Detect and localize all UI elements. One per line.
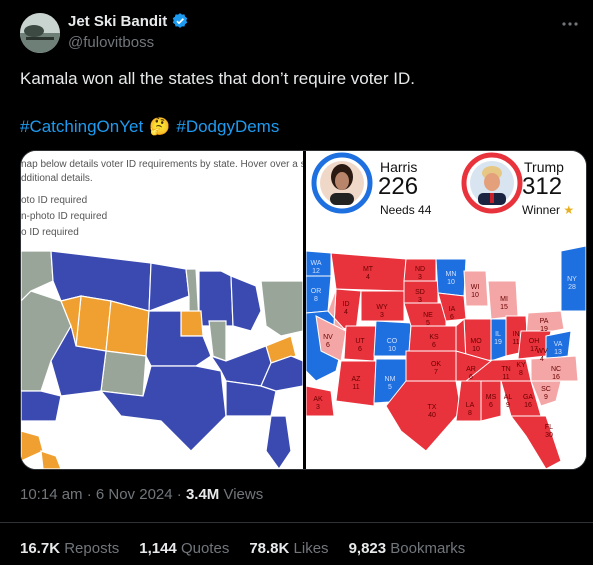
- more-options-icon[interactable]: [561, 14, 579, 32]
- star-icon: ★: [563, 203, 575, 217]
- quotes-label: Quotes: [180, 540, 230, 557]
- state-label-in: IN 11: [512, 331, 519, 346]
- state-label-mn: MN 10: [446, 271, 457, 286]
- reposts-stat[interactable]: 16.7K Reposts: [20, 540, 119, 557]
- state-label-ny: NY 28: [567, 276, 577, 291]
- author-handle[interactable]: @fulovitboss: [68, 34, 154, 51]
- bookmarks-stat[interactable]: 9,823 Bookmarks: [349, 540, 466, 557]
- engagement-stats: 16.7K Reposts 1,144 Quotes 78.8K Likes 9…: [20, 540, 465, 557]
- state-label-nc: NC 16: [551, 366, 561, 381]
- voter-id-map: [21, 250, 303, 469]
- views-count: 3.4M: [185, 486, 220, 503]
- author-name-row[interactable]: Jet Ski Bandit: [68, 12, 189, 30]
- electoral-map: WA 12 OR 8 MT 4 ID 4 WY 3 ND 3 SD 3 MN 10 WI 10 M…: [306, 231, 586, 469]
- state-label-fl: FL 30: [545, 424, 553, 439]
- winner-label: Winner: [522, 203, 561, 217]
- state-label-tn: TN 11: [501, 366, 510, 381]
- trump-winner: Winner ★: [522, 203, 574, 217]
- likes-stat[interactable]: 78.8K Likes: [249, 540, 328, 557]
- state-label-mi: MI 15: [500, 296, 508, 311]
- author-name[interactable]: Jet Ski Bandit: [68, 13, 167, 30]
- state-label-ga: GA 16: [523, 394, 533, 409]
- voter-id-map-image[interactable]: nap below details voter ID requirements …: [21, 151, 303, 469]
- hashtag-link[interactable]: #DodgyDems: [176, 117, 279, 137]
- reposts-count: 16.7K: [20, 540, 61, 557]
- trump-votes: 312: [522, 173, 563, 200]
- avatar[interactable]: [20, 13, 60, 53]
- state-label-va: VA 13: [554, 341, 563, 356]
- state-label-wi: WI 10: [471, 284, 480, 299]
- hashtag-link[interactable]: #CatchingOnYet: [20, 117, 143, 137]
- likes-count: 78.8K: [249, 540, 290, 557]
- reposts-label: Reposts: [64, 540, 120, 557]
- likes-label: Likes: [293, 540, 329, 557]
- state-label-tx: TX 40: [428, 404, 437, 419]
- media-container[interactable]: nap below details voter ID requirements …: [20, 150, 587, 470]
- post-text: Kamala won all the states that don’t req…: [20, 69, 415, 88]
- quotes-count: 1,144: [139, 540, 177, 557]
- timestamp[interactable]: 10:14 am · 6 Nov 2024 ·: [20, 486, 186, 503]
- bookmarks-label: Bookmarks: [390, 540, 466, 557]
- divider: [0, 522, 593, 523]
- quotes-stat[interactable]: 1,144 Quotes: [139, 540, 229, 557]
- views-label: Views: [219, 486, 264, 503]
- verified-badge-icon: [173, 13, 188, 28]
- thinking-emoji: 🤔: [149, 117, 171, 136]
- post-meta: 10:14 am · 6 Nov 2024 · 3.4M Views: [20, 486, 263, 503]
- harris-votes: 226: [378, 173, 419, 200]
- state-label-il: IL 19: [494, 331, 502, 346]
- state-label-pa: PA 19: [540, 318, 549, 333]
- election-results-image[interactable]: Harris 226 Needs 44 Trump 312 Winner ★ W…: [306, 151, 586, 469]
- post-hashtags: #CatchingOnYet 🤔 #DodgyDems: [20, 117, 279, 137]
- tweet: Jet Ski Bandit @fulovitboss Kamala won a…: [0, 0, 593, 565]
- harris-needs: Needs 44: [380, 203, 432, 217]
- avatar-image: [20, 13, 60, 53]
- bookmarks-count: 9,823: [348, 540, 387, 557]
